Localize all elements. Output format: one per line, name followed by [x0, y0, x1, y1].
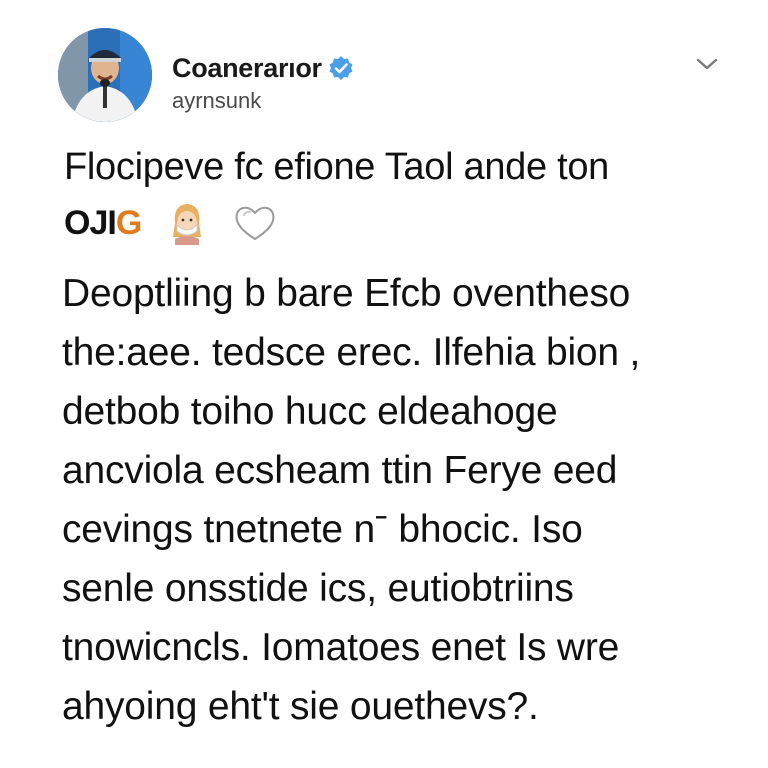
post-body-line: the:aee. tedsce erec. Ilfehia bion ,: [62, 331, 641, 374]
post-headline: Flocipeve fc efione Taol ande ton: [64, 146, 609, 188]
post-body-line: ahyoing eht't sie ouethevs?.: [62, 685, 539, 728]
post-body-line: Deoptliing b bare Efcb oventheso: [62, 272, 631, 315]
post-body-line: tnowicncls. Iomatoes enet Is wre: [62, 626, 620, 669]
post-body-line: cevings tnetnete nˉ bhocic. Iso: [62, 508, 583, 551]
emoji-row: OJIG: [64, 200, 277, 246]
author-handle[interactable]: ayrnsunk: [172, 88, 261, 114]
person-with-mask-emoji-icon: [173, 204, 202, 245]
post-body-line: detbob toiho hucc eldeahoge: [62, 390, 558, 433]
emoji-row-word: OJIG: [64, 203, 142, 242]
chevron-down-icon[interactable]: [694, 54, 720, 74]
post-body: Deoptliing b bare Efcb oventheso the:aee…: [62, 264, 722, 736]
white-heart-emoji-icon: [235, 206, 275, 241]
post-body-line: ancviola ecsheam ttin Ferye eed: [62, 449, 618, 492]
social-post: Coanerarıor ayrnsunk Flocipeve fc efione…: [0, 0, 768, 768]
author-name-row: Coanerarıor: [172, 50, 354, 86]
author-avatar[interactable]: [58, 28, 152, 122]
verified-badge-icon: [329, 56, 353, 80]
avatar-person-icon: [58, 28, 152, 122]
post-body-line: senle onsstide ics, eutiobtriins: [62, 567, 574, 610]
author-display-name[interactable]: Coanerarıor: [172, 53, 322, 84]
